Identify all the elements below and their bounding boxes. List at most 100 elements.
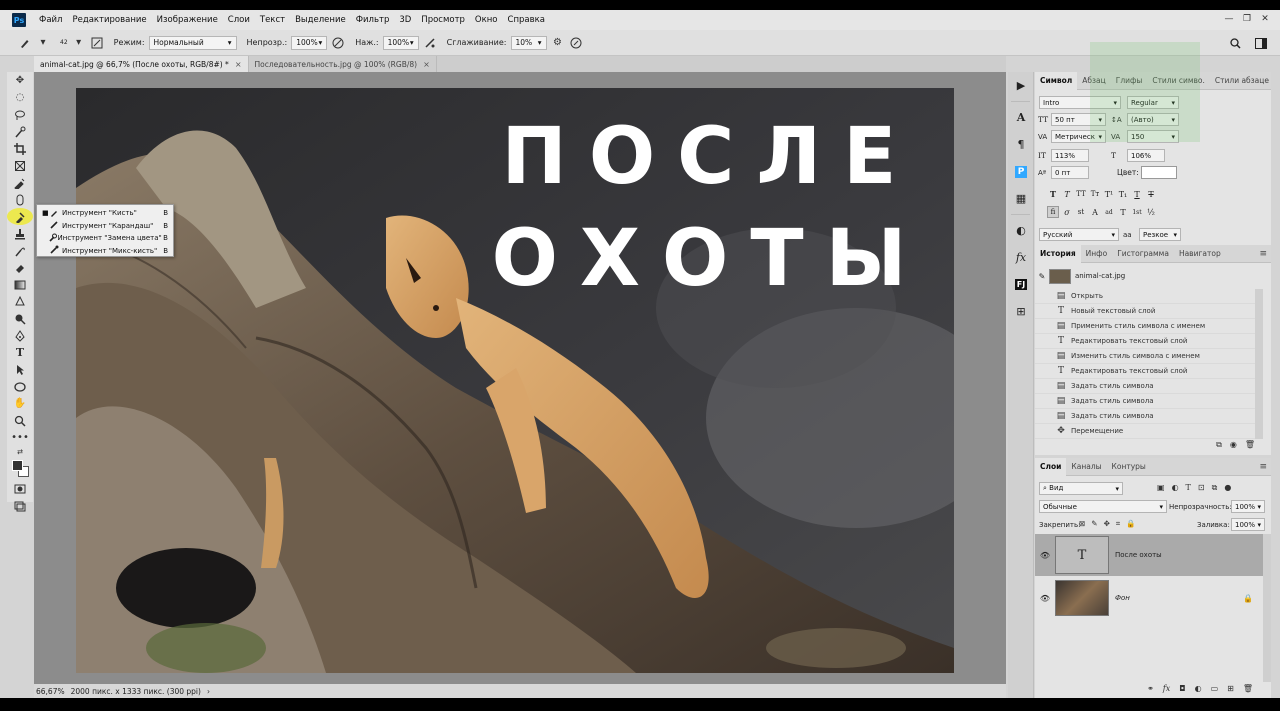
menu-select[interactable]: Выделение — [290, 15, 351, 25]
fractions-button[interactable]: ½ — [1145, 206, 1157, 218]
close-icon[interactable]: × — [235, 60, 242, 69]
fill-field[interactable]: 100% ▾ — [1231, 518, 1265, 531]
language-select[interactable]: Русский ▾ — [1039, 228, 1119, 241]
titling-alternates-button[interactable]: T — [1117, 206, 1129, 218]
chevron-down-icon[interactable]: ▾ — [72, 36, 86, 50]
chevron-down-icon[interactable]: ▾ — [36, 36, 50, 50]
alt-ligatures-button[interactable]: σ — [1061, 206, 1073, 218]
history-item[interactable]: T Редактировать текстовый слой — [1035, 334, 1263, 349]
airbrush-icon[interactable] — [423, 36, 437, 50]
filter-toggle-icon[interactable]: ● — [1224, 483, 1231, 493]
history-item[interactable]: ▤ Задать стиль символа — [1035, 379, 1263, 394]
tab-navigator[interactable]: Навигатор — [1174, 245, 1226, 263]
play-actions-icon[interactable]: ▶ — [1008, 72, 1034, 99]
history-item[interactable]: ▤ Задать стиль символа — [1035, 394, 1263, 409]
workspace-icon[interactable] — [1254, 36, 1268, 50]
minimize-button[interactable]: — — [1222, 12, 1236, 26]
styles-fx-icon[interactable]: fx — [1008, 244, 1034, 271]
subscript-button[interactable]: T₁ — [1117, 188, 1129, 200]
brush-size-picker[interactable]: 42 — [60, 39, 68, 46]
foreground-color-swatch[interactable] — [12, 460, 23, 471]
document-canvas[interactable]: ПОСЛЕ ОХОТЫ — [76, 88, 954, 673]
layer-style-fx-icon[interactable]: fx — [1163, 684, 1170, 693]
tab-character[interactable]: Символ — [1035, 71, 1078, 90]
swap-colors-icon[interactable]: ⇄ — [7, 446, 33, 458]
trash-icon[interactable]: 🗑 — [1243, 684, 1253, 693]
search-icon[interactable] — [1228, 36, 1242, 50]
adjustments-icon[interactable]: ◐ — [1008, 217, 1034, 244]
tab-layers[interactable]: Слои — [1035, 457, 1067, 476]
add-mask-icon[interactable]: ◘ — [1179, 684, 1185, 693]
menu-edit[interactable]: Редактирование — [67, 15, 151, 25]
history-item[interactable]: T Новый текстовый слой — [1035, 304, 1263, 319]
menu-3d[interactable]: 3D — [394, 15, 416, 25]
stylistic-alternates-button[interactable]: ad — [1103, 206, 1115, 218]
marquee-tool-icon[interactable]: ◌ — [7, 89, 33, 106]
tab-info[interactable]: Инфо — [1081, 245, 1113, 263]
tab-channels[interactable]: Каналы — [1066, 458, 1106, 476]
layers-scrollbar[interactable] — [1263, 534, 1271, 682]
lock-pixels-icon[interactable]: ✎ — [1091, 519, 1097, 529]
link-layers-icon[interactable]: ⚭ — [1147, 684, 1154, 693]
lock-all-icon[interactable]: 🔒 — [1126, 519, 1135, 529]
pressure-opacity-icon[interactable] — [331, 36, 345, 50]
menu-file[interactable]: Файл — [34, 15, 67, 25]
antialias-select[interactable]: Резкое ▾ — [1139, 228, 1181, 241]
lock-position-icon[interactable]: ✥ — [1104, 519, 1110, 529]
new-group-icon[interactable]: ▭ — [1211, 684, 1219, 693]
discretionary-ligatures-button[interactable]: st — [1075, 206, 1087, 218]
filter-type-icon[interactable]: T — [1186, 483, 1191, 493]
healing-brush-tool-icon[interactable] — [7, 191, 33, 208]
history-item[interactable]: ▤ Применить стиль символа с именем — [1035, 319, 1263, 334]
menu-window[interactable]: Окно — [470, 15, 503, 25]
libraries-icon[interactable]: ⊞ — [1008, 298, 1034, 325]
dodge-tool-icon[interactable] — [7, 310, 33, 327]
smoothing-field[interactable]: 10% ▾ — [510, 35, 547, 50]
type-tool-icon[interactable]: T — [7, 344, 33, 361]
flyout-item-pencil[interactable]: Инструмент "Карандаш" B — [37, 220, 173, 233]
tab-history[interactable]: История — [1035, 244, 1081, 263]
all-caps-button[interactable]: TT — [1075, 188, 1087, 200]
quick-select-tool-icon[interactable] — [7, 123, 33, 140]
close-icon[interactable]: × — [423, 60, 430, 69]
gradient-tool-icon[interactable] — [7, 276, 33, 293]
poster-title-text[interactable]: ПОСЛЕ ОХОТЫ — [480, 106, 940, 310]
flyout-item-mixer-brush[interactable]: Инструмент "Микс-кисть" B — [37, 245, 173, 258]
frame-tool-icon[interactable] — [7, 157, 33, 174]
filter-shape-icon[interactable]: ⊡ — [1198, 483, 1205, 493]
trash-icon[interactable]: 🗑 — [1245, 440, 1255, 450]
hand-tool-icon[interactable]: ✋ — [7, 395, 33, 412]
history-item[interactable]: T Редактировать текстовый слой — [1035, 364, 1263, 379]
lock-transparency-icon[interactable]: ⊠ — [1079, 519, 1085, 529]
paragraph-panel-icon[interactable]: ¶ — [1008, 131, 1034, 158]
camera-icon[interactable]: ◉ — [1230, 440, 1237, 450]
menu-view[interactable]: Просмотр — [416, 15, 470, 25]
history-item[interactable]: ▤ Изменить стиль символа с именем — [1035, 349, 1263, 364]
layer-opacity-field[interactable]: 100% ▾ — [1231, 500, 1265, 513]
history-item[interactable]: ✥ Перемещение — [1035, 424, 1263, 439]
flow-field[interactable]: 100% ▾ — [382, 35, 419, 50]
plugin-fj-icon[interactable]: FJ — [1008, 271, 1034, 298]
baseline-shift-field[interactable]: 0 пт — [1051, 166, 1089, 179]
layer-row-background[interactable]: 👁 Фон 🔒 — [1035, 578, 1271, 618]
menu-help[interactable]: Справка — [503, 15, 550, 25]
vertical-scale-field[interactable]: 113% — [1051, 149, 1089, 162]
quick-mask-icon[interactable] — [7, 480, 33, 497]
layer-name[interactable]: Фон — [1115, 594, 1243, 602]
history-snapshot[interactable]: ✎ animal-cat.jpg — [1035, 265, 1263, 287]
move-tool-icon[interactable]: ✥ — [7, 72, 33, 89]
strikethrough-button[interactable]: T — [1145, 188, 1157, 200]
layer-filter-select[interactable]: ⌕ Вид ▾ — [1039, 482, 1123, 495]
tab-sequence[interactable]: Последовательность.jpg @ 100% (RGB/8) × — [249, 56, 437, 72]
layer-name[interactable]: После охоты — [1115, 551, 1162, 559]
blend-mode-select[interactable]: Обычные ▾ — [1039, 500, 1167, 513]
tab-histogram[interactable]: Гистограмма — [1112, 245, 1174, 263]
horizontal-scale-field[interactable]: 106% — [1127, 149, 1165, 162]
crop-tool-icon[interactable] — [7, 140, 33, 157]
tool-preset-brush-icon[interactable] — [18, 36, 32, 50]
flyout-item-brush[interactable]: ■ Инструмент "Кисть" B — [37, 207, 173, 220]
gear-icon[interactable]: ⚙ — [551, 36, 565, 50]
swash-button[interactable]: A — [1089, 206, 1101, 218]
menu-filter[interactable]: Фильтр — [351, 15, 395, 25]
close-window-button[interactable]: ✕ — [1258, 12, 1272, 26]
